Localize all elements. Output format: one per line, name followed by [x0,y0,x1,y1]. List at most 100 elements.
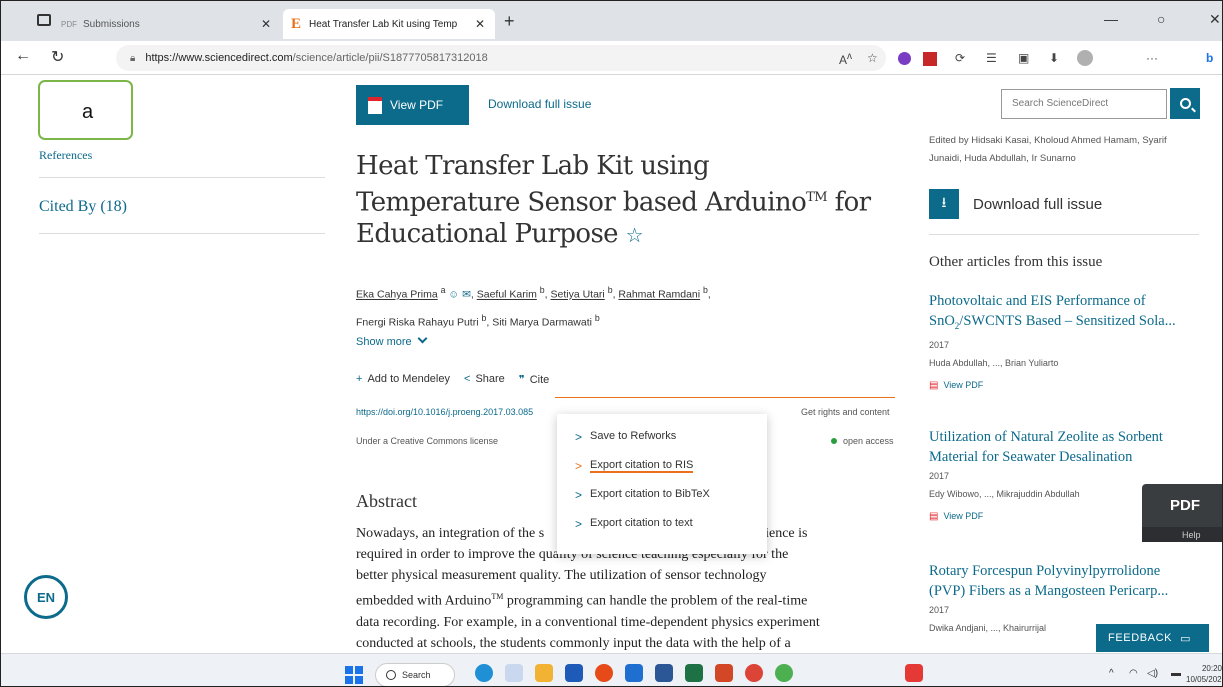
open-access-dot-icon [831,438,837,444]
show-more-button[interactable]: Show more [356,333,428,348]
feedback-button[interactable]: FEEDBACK ▭ [1096,624,1209,652]
view-pdf-button[interactable]: View PDF [356,85,469,125]
author-link[interactable]: Eka Cahya Prima [356,289,438,301]
word-icon[interactable] [655,664,673,682]
doi-link[interactable]: https://doi.org/10.1016/j.proeng.2017.03… [356,407,533,417]
search-input[interactable]: Search ScienceDirect [1001,89,1167,119]
share-button[interactable]: < Share [464,373,505,386]
other-articles-heading: Other articles from this issue [929,254,1103,270]
person-icon[interactable]: ☺ [448,289,459,301]
title-part1: Heat Transfer Lab Kit using Temperature … [356,151,807,218]
title-text: /SWCNTS Based – Sensitized Sola... [959,313,1176,329]
tab-article[interactable]: E Heat Transfer Lab Kit using Temp ✕ [283,9,495,39]
pdf-extension-icon[interactable] [923,52,937,66]
related-view-pdf-link[interactable]: ▤ View PDF [929,376,1194,395]
url-input[interactable]: 🔒︎ https://www.sciencedirect.com/science… [116,45,886,71]
cite-menu-item[interactable]: > Export citation to text [575,517,767,546]
search-button[interactable] [1170,88,1200,119]
rights-link[interactable]: Get rights and content [801,407,890,417]
pdf-icon: ▤ [929,379,939,391]
powerpoint-icon[interactable] [715,664,733,682]
cite-menu-label: Export citation to text [590,517,693,529]
email-icon[interactable]: ✉ [462,289,471,301]
author-link[interactable]: Setiya Utari [550,289,604,301]
windows-start-icon[interactable] [345,666,363,684]
quote-icon: ❞ [518,374,525,386]
language-badge[interactable]: EN [24,575,68,619]
abstract-line: better physical measurement quality. The… [356,568,767,583]
profile-avatar[interactable] [1077,50,1093,66]
chevron-right-icon: > [575,488,583,502]
affiliation-sup: a [440,285,446,295]
related-article-title[interactable]: Utilization of Natural Zeolite as Sorben… [929,427,1194,467]
collections-icon[interactable]: ▣ [1018,51,1029,65]
pdf-icon: ▤ [929,511,939,522]
close-icon[interactable]: ✕ [475,17,485,31]
pdf-help-widget[interactable]: PDF Help [1142,484,1222,542]
divider [39,177,325,178]
file-explorer-icon[interactable] [535,664,553,682]
excel-icon[interactable] [685,664,703,682]
bookmark-star-icon[interactable]: ☆ [626,223,644,247]
minimize-icon[interactable]: — [1104,11,1118,27]
title-tm: TM [806,190,827,205]
app-icon[interactable] [505,664,523,682]
tab-submissions[interactable]: PDF Submissions ✕ [61,9,281,39]
divider [929,234,1199,235]
refresh-icon[interactable]: ↻ [51,47,64,67]
extension-icon[interactable] [898,52,911,65]
view-pdf-label: View PDF [943,511,984,521]
close-icon[interactable]: ✕ [261,17,271,31]
author-link[interactable]: Siti Marya Darmawati [492,316,592,328]
taskbar-search[interactable]: Search [375,663,455,686]
app-icon[interactable] [775,664,793,682]
download-full-issue-button[interactable]: ⭳ Download full issue [929,189,1102,219]
restore-icon[interactable]: ○ [1157,11,1165,27]
author-link[interactable]: Rahmat Ramdani [618,289,700,301]
cite-menu-label: Export citation to RIS [590,459,694,473]
editors-text: Edited by Hidsaki Kasai, Kholoud Ahmed H… [929,135,1167,164]
cite-menu-item[interactable]: > Save to Refworks [575,430,767,459]
screenshot-frame: PDF Submissions ✕ E Heat Transfer Lab Ki… [0,0,1223,687]
more-icon[interactable]: ··· [1146,51,1158,65]
affiliation-sup: b [481,312,487,323]
leftnav-cited-by[interactable]: Cited By (18) [39,198,127,216]
cite-menu-item-active[interactable]: > Export citation to RIS [575,459,767,488]
elsevier-favicon-icon: E [291,15,302,32]
license-link[interactable]: Under a Creative Commons license [356,436,498,446]
favorites-icon[interactable]: ☰ [986,51,997,65]
new-tab-icon[interactable]: + [504,11,515,32]
tray-chevron-icon[interactable]: ^ [1109,668,1114,679]
edge-icon[interactable] [475,664,493,682]
clock-date: 10/05/2023 [1186,675,1223,684]
abstract-line: programming can handle the problem of th… [503,593,808,609]
back-icon[interactable]: ← [15,47,31,65]
add-mendeley-button[interactable]: + Add to Mendeley [356,373,450,386]
cite-menu-item[interactable]: > Export citation to BibTeX [575,488,767,517]
taskbar-clock[interactable]: 20:20 10/05/2023 [1186,663,1222,685]
cite-menu-label: Export citation to BibTeX [590,488,710,500]
battery-icon[interactable]: ▬ [1171,668,1181,679]
related-article-title[interactable]: Photovoltaic and EIS Performance of SnO2… [929,291,1194,336]
app-icon[interactable] [625,664,643,682]
store-icon[interactable] [565,664,583,682]
author-link[interactable]: Fnergi Riska Rahayu Putri [356,316,479,328]
cite-button[interactable]: ❞ Cite [519,373,549,386]
chrome-icon[interactable] [745,664,763,682]
bing-icon[interactable]: b [1206,51,1213,65]
author-link[interactable]: Saeful Karim [477,289,537,301]
pdf-reader-icon[interactable] [905,664,923,682]
related-article-title[interactable]: Rotary Forcespun Polyvinylpyrrolidone (P… [929,561,1194,601]
pdf-favicon-icon: PDF [61,19,77,29]
tab-actions-icon[interactable] [37,14,51,26]
app-icon[interactable] [595,664,613,682]
wifi-icon[interactable]: ◠ [1129,668,1138,679]
volume-icon[interactable]: ◁) [1147,668,1158,679]
favorite-icon[interactable]: ☆ [867,51,878,65]
downloads-icon[interactable]: ⬇ [1049,51,1059,65]
leftnav-references[interactable]: References [39,148,92,163]
close-window-icon[interactable]: ✕ [1209,11,1221,28]
read-aloud-icon[interactable]: Aʌ [839,51,852,67]
download-full-issue-link[interactable]: Download full issue [488,97,591,111]
extensions-icon[interactable]: ⟳ [955,51,965,65]
